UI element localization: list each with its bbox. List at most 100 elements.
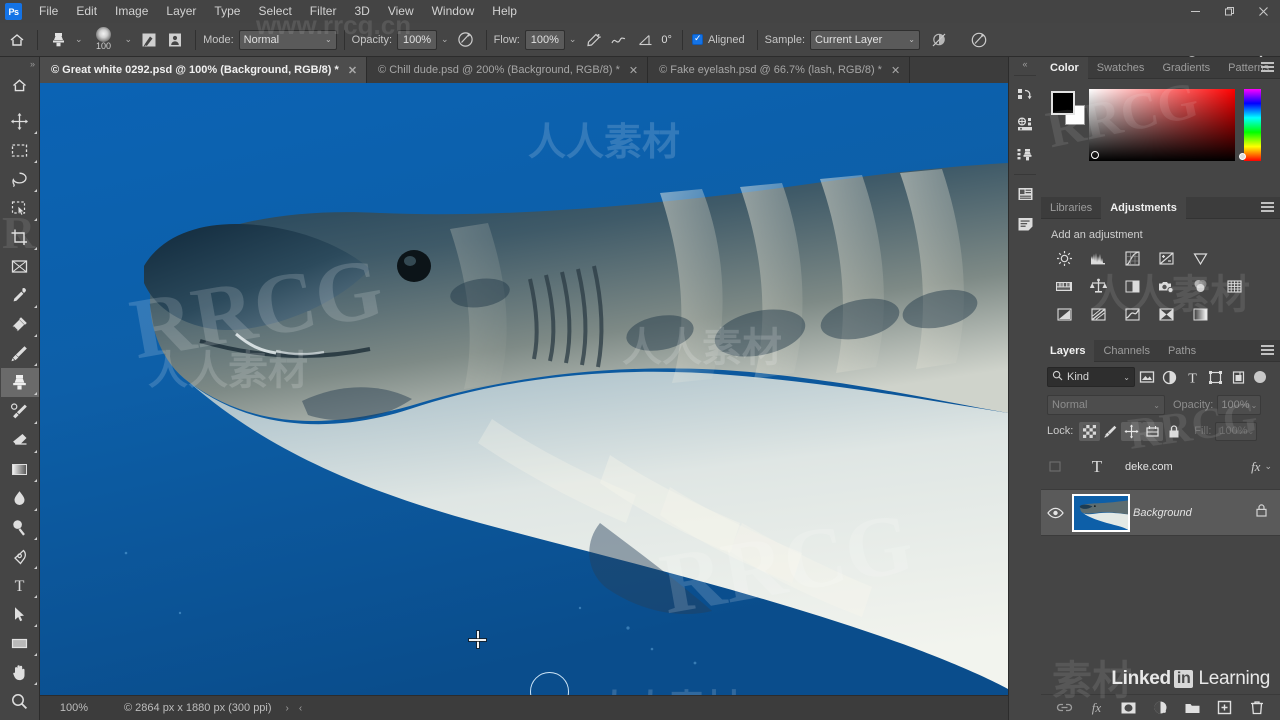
rectangle-tool[interactable] <box>1 629 39 658</box>
close-icon[interactable]: ✕ <box>891 64 900 77</box>
chevron-down-icon[interactable]: ⌄ <box>1264 461 1272 472</box>
filter-enable-toggle[interactable] <box>1254 371 1266 383</box>
table-row[interactable]: Background <box>1041 490 1280 536</box>
close-button[interactable] <box>1246 0 1280 23</box>
gradient-map-icon[interactable] <box>1187 304 1213 324</box>
document-tab-chill-dude[interactable]: © Chill dude.psd @ 200% (Background, RGB… <box>367 57 649 83</box>
sample-select[interactable]: Current Layer ⌄ <box>810 29 920 50</box>
selective-color-icon[interactable] <box>1153 304 1179 324</box>
zoom-tool[interactable] <box>1 687 39 716</box>
properties-panel-icon[interactable] <box>1009 179 1042 209</box>
delete-layer-button[interactable] <box>1248 699 1266 717</box>
close-icon[interactable]: ✕ <box>629 64 638 77</box>
black-white-icon[interactable] <box>1119 276 1145 296</box>
status-prev-arrow[interactable]: ‹ <box>299 703 302 714</box>
lock-all[interactable] <box>1163 422 1184 441</box>
layer-name[interactable]: Background <box>1133 507 1255 519</box>
panel-menu-icon[interactable] <box>1261 202 1274 215</box>
brightness-icon[interactable] <box>1051 248 1077 268</box>
history-panel-icon[interactable] <box>1009 80 1042 110</box>
link-layers-button[interactable] <box>1056 699 1074 717</box>
filter-pixel-layers[interactable] <box>1135 367 1158 387</box>
lock-transparent-pixels[interactable] <box>1079 421 1101 441</box>
add-layer-mask-button[interactable] <box>1120 699 1138 717</box>
document-dimensions[interactable]: © 2864 px x 1880 px (300 ppi) <box>124 702 272 714</box>
curves-icon[interactable] <box>1119 248 1145 268</box>
clone-source-panel-icon[interactable] <box>1009 140 1042 170</box>
levels-icon[interactable] <box>1085 248 1111 268</box>
dodge-tool[interactable] <box>1 513 39 542</box>
tab-adjustments[interactable]: Adjustments <box>1101 196 1186 219</box>
toolbar-collapse-button[interactable]: » <box>0 57 39 71</box>
new-layer-button[interactable] <box>1216 699 1234 717</box>
menu-view[interactable]: View <box>379 0 423 23</box>
ignore-adjustment-layers-icon[interactable] <box>926 28 952 52</box>
history-brush-tool[interactable] <box>1 397 39 426</box>
flow-input[interactable]: 100% <box>524 29 565 50</box>
chevron-down-icon[interactable]: ⌄ <box>125 34 133 45</box>
tab-color[interactable]: Color <box>1041 56 1088 79</box>
tab-layers[interactable]: Layers <box>1041 339 1095 362</box>
panel-menu-icon[interactable] <box>1261 345 1274 358</box>
eraser-tool[interactable] <box>1 426 39 455</box>
filter-shape-layers[interactable] <box>1204 367 1227 387</box>
filter-type-layers[interactable]: T <box>1181 367 1204 387</box>
panel-collapse-button[interactable]: « <box>1009 57 1041 71</box>
posterize-icon[interactable] <box>1085 304 1111 324</box>
path-selection-tool[interactable] <box>1 600 39 629</box>
hue-slider[interactable] <box>1239 89 1261 161</box>
layer-visibility-toggle[interactable] <box>1041 460 1069 473</box>
layer-opacity-input[interactable]: 100% ⌄ <box>1217 395 1262 415</box>
home-icon[interactable] <box>4 28 30 52</box>
tab-paths[interactable]: Paths <box>1159 340 1205 362</box>
shark-photo-canvas[interactable]: RRCG RRCG 人人素材 人人素材 人人素材 © 人人素材 <box>40 83 1008 695</box>
object-selection-tool[interactable] <box>1 194 39 223</box>
maximize-button[interactable] <box>1212 0 1246 23</box>
type-tool[interactable]: T <box>1 571 39 600</box>
pressure-opacity-icon[interactable] <box>453 28 479 52</box>
angle-icon[interactable] <box>632 28 658 52</box>
menu-edit[interactable]: Edit <box>67 0 106 23</box>
new-fill-adjustment-button[interactable] <box>1152 699 1170 717</box>
vibrance-icon[interactable] <box>1187 248 1213 268</box>
crop-tool[interactable] <box>1 223 39 252</box>
frame-tool[interactable] <box>1 252 39 281</box>
status-next-arrow[interactable]: › <box>286 703 289 714</box>
layer-filter-kind-select[interactable]: Kind ⌄ <box>1047 367 1135 387</box>
color-lookup-icon[interactable] <box>1221 276 1247 296</box>
fx-icon[interactable]: fx <box>1251 459 1260 475</box>
angle-value[interactable]: 0° <box>658 34 675 46</box>
menu-file[interactable]: File <box>30 0 67 23</box>
layer-visibility-toggle[interactable] <box>1041 507 1069 519</box>
pen-tool[interactable] <box>1 542 39 571</box>
menu-type[interactable]: Type <box>205 0 249 23</box>
table-row[interactable]: T deke.com fx ⌄ <box>1041 444 1280 490</box>
minimize-button[interactable] <box>1178 0 1212 23</box>
lock-position[interactable] <box>1121 421 1143 441</box>
channel-mixer-icon[interactable] <box>1187 276 1213 296</box>
aligned-checkbox[interactable]: Aligned <box>691 33 750 46</box>
new-group-button[interactable] <box>1184 699 1202 717</box>
threshold-icon[interactable] <box>1119 304 1145 324</box>
layer-fill-input[interactable]: 100% ⌄ <box>1215 421 1258 441</box>
document-tab-great-white[interactable]: © Great white 0292.psd @ 100% (Backgroun… <box>40 57 368 83</box>
layer-blend-mode-select[interactable]: Normal ⌄ <box>1047 395 1165 415</box>
clone-stamp-tool[interactable] <box>0 368 39 397</box>
menu-window[interactable]: Window <box>423 0 484 23</box>
document-tab-fake-eyelash[interactable]: © Fake eyelash.psd @ 66.7% (lash, RGB/8)… <box>648 57 911 83</box>
panel-menu-icon[interactable] <box>1261 62 1274 75</box>
invert-icon[interactable] <box>1051 304 1077 324</box>
chevron-down-icon[interactable]: ⌄ <box>75 34 83 45</box>
filter-adjustment-layers[interactable] <box>1158 367 1181 387</box>
menu-layer[interactable]: Layer <box>157 0 205 23</box>
chevron-down-icon[interactable]: ⌄ <box>569 34 577 45</box>
exposure-icon[interactable] <box>1153 248 1179 268</box>
layer-thumbnail[interactable] <box>1069 493 1133 532</box>
menu-select[interactable]: Select <box>249 0 300 23</box>
hand-tool[interactable] <box>1 658 39 687</box>
airbrush-icon[interactable] <box>580 28 606 52</box>
opacity-input[interactable]: 100% <box>397 29 438 50</box>
lock-artboard-nesting[interactable] <box>1142 421 1164 441</box>
gradient-tool[interactable] <box>1 455 39 484</box>
menu-3d[interactable]: 3D <box>345 0 378 23</box>
